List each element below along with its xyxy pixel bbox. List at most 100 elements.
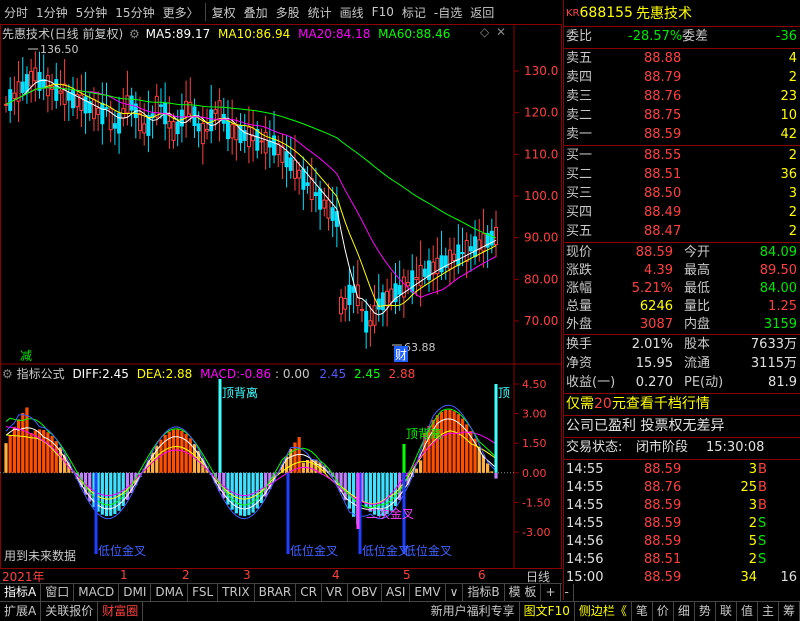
tick-volume: 25 [740,480,757,495]
ask-price[interactable]: 88.79 [644,69,681,87]
low-golden-label: 低位金叉 [404,543,452,558]
candle-body [117,112,122,134]
bottom-tab-5[interactable]: 侧边栏《 [575,602,632,621]
indicator-tab-1[interactable]: 窗口 [41,584,75,601]
ask-price[interactable]: 88.59 [644,126,681,144]
bottom-tab-8[interactable]: 细 [674,602,695,621]
indicator-tab-0[interactable]: 指标A [0,584,42,601]
tick-volume: 3 [748,462,757,477]
weicha-label: 委差 [682,29,709,44]
promo-link[interactable]: 仅需20元查看千档行情 [566,395,710,413]
bid-price[interactable]: 88.55 [644,147,681,165]
quote-label: 涨跌 [566,263,593,278]
tick-volume: 5 [748,534,757,549]
indicator-tab-12[interactable]: EMV [410,584,446,601]
ask-row: 卖五 88.88 4 [564,50,800,68]
bid-price[interactable]: 88.49 [644,204,681,222]
toolbar-item-3[interactable]: 15分钟 [111,4,158,21]
toolbar-item-5[interactable]: 复权 [208,4,240,21]
bottom-tab-10[interactable]: 联 [716,602,737,621]
tick-volume: 2 [748,516,757,531]
close-icon[interactable]: ✕ [496,25,506,39]
tick-time: 14:56 [566,534,604,549]
indicator-tab-14[interactable]: 指标B [463,584,505,601]
indicator-tab-4[interactable]: DMA [151,584,189,601]
indicator-tab-15[interactable]: 模 板 [505,584,542,601]
indicator-gear-icon[interactable]: ⚙ [2,367,13,381]
bid-row: 买一 88.55 2 [564,147,800,165]
indicator-tab-6[interactable]: TRIX [218,584,255,601]
quote-value: 4.39 [644,263,673,278]
indicator-tab-16[interactable]: + [541,584,561,601]
toolbar-item-7[interactable]: 多股 [272,4,304,21]
macd-line-1 [5,430,497,505]
bottom-tab-3[interactable]: 新用户福利专享 [427,602,520,621]
ask-price[interactable]: 88.75 [644,107,681,125]
fund-row: 净资 15.95 流通 3115万 [564,355,800,373]
candle-body [230,124,235,139]
tick-row: 14:55 88.59 3 B [564,497,800,515]
bottom-tab-6[interactable]: 笔 [632,602,653,621]
stock-name[interactable]: 先惠技术 [636,3,692,23]
candle-body [368,320,373,327]
ma-gear-icon[interactable]: ⚙ [129,27,140,41]
bottom-tab-2[interactable]: 财富圈 [98,602,144,621]
indicator-name[interactable]: 指标公式 [17,367,65,381]
bid-price[interactable]: 88.47 [644,223,681,241]
ask-price[interactable]: 88.76 [644,88,681,106]
quote-value-2: 84.09 [759,245,797,260]
toolbar-item-4[interactable]: 更多〉 [159,4,203,21]
toolbar-item-11[interactable]: 标记 [398,4,430,21]
bottom-tab-11[interactable]: 值 [737,602,758,621]
bottom-tab-12[interactable]: 主 [758,602,779,621]
bottom-tab-9[interactable]: 势 [695,602,716,621]
toolbar-item-2[interactable]: 5分钟 [72,4,112,21]
weibi-value: -28.57% [628,29,683,44]
toolbar-item-6[interactable]: 叠加 [240,4,272,21]
toolbar-item-8[interactable]: 统计 [304,4,336,21]
indicator-tab-7[interactable]: BRAR [255,584,297,601]
fund-row: 换手 2.01% 股本 7633万 [564,336,800,354]
chart-area[interactable]: 130.0 120.0 110.0 100.0 90.00 80.00 70.00 136.5… [0,24,562,569]
bid-price[interactable]: 88.50 [644,185,681,203]
month-label-3: 3 [243,568,251,582]
indicator-tab-2[interactable]: MACD [74,584,120,601]
macd-line-4 [5,404,497,520]
macd-y-tick-label: 0.00 [522,467,547,480]
toolbar-item-10[interactable]: F10 [368,5,398,19]
bid-row: 买五 88.47 2 [564,223,800,241]
fund-value: 15.95 [635,356,673,371]
indicator-tab-5[interactable]: FSL [188,584,219,601]
tick-row: 14:55 88.59 2 S [564,515,800,533]
ask-row: 卖二 88.75 10 [564,107,800,125]
kline-chart-svg[interactable]: 130.0 120.0 110.0 100.0 90.00 80.00 70.00 136.5… [0,24,562,569]
indicator-tab-13[interactable]: ∨ [446,584,464,601]
indicator-tab-9[interactable]: VR [322,584,348,601]
macd-y-tick-label: 1.50 [522,437,547,450]
toolbar-item-0[interactable]: 分时 [0,4,32,21]
bottom-tab-1[interactable]: 关联报价 [41,602,99,621]
bid-label: 买二 [566,167,593,182]
indicator-tab-11[interactable]: ASI [382,584,411,601]
diamond-icon[interactable]: ◇ [480,25,489,39]
ask-price[interactable]: 88.88 [644,50,681,68]
indicator-tab-3[interactable]: DMI [119,584,152,601]
tick-price: 88.51 [644,552,682,567]
fund-value: 0.270 [635,375,673,390]
toolbar-item-9[interactable]: 画线 [336,4,368,21]
bottom-tab-4[interactable]: 图文F10 [520,602,575,621]
candle-body [171,121,176,141]
bid-price[interactable]: 88.51 [644,166,681,184]
bottom-tab-0[interactable]: 扩展A [0,602,42,621]
bottom-tab-7[interactable]: 价 [653,602,674,621]
toolbar-item-12[interactable]: -自选 [430,4,466,21]
toolbar-item-13[interactable]: 返回 [466,4,498,21]
quote-value-2: 84.00 [759,281,797,296]
ask-row: 卖三 88.76 23 [564,88,800,106]
bottom-tab-13[interactable]: 筹 [779,602,800,621]
candle-body [54,79,59,101]
indicator-tab-10[interactable]: OBV [348,584,383,601]
indicator-tab-8[interactable]: CR [296,584,322,601]
candle-body [422,268,427,277]
toolbar-item-1[interactable]: 1分钟 [32,4,72,21]
